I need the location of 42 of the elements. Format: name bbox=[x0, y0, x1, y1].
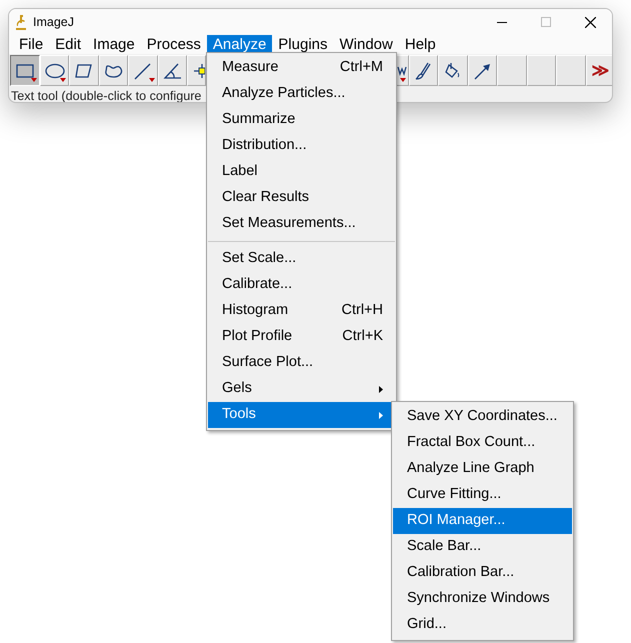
menu-item[interactable]: Edit bbox=[49, 35, 88, 54]
maximize-icon bbox=[541, 17, 551, 27]
submenu-arrow-icon bbox=[379, 412, 383, 418]
menu-item[interactable]: File bbox=[13, 35, 50, 54]
menu-item[interactable]: Surface Plot... bbox=[208, 350, 395, 376]
menu-item[interactable]: Plugins bbox=[272, 35, 334, 54]
menu-item[interactable]: Save XY Coordinates... bbox=[393, 404, 572, 430]
line-icon bbox=[132, 60, 154, 80]
menu-item[interactable]: Label bbox=[208, 159, 395, 185]
close-icon bbox=[584, 16, 596, 28]
dropdown-indicator-icon bbox=[148, 78, 154, 82]
dropdown-indicator-icon bbox=[60, 78, 66, 82]
menu-item[interactable]: Analyze Particles... bbox=[208, 81, 395, 107]
window-title: ImageJ bbox=[33, 14, 74, 31]
menu-item[interactable]: Help bbox=[398, 35, 442, 54]
menu-item[interactable]: Summarize bbox=[208, 107, 395, 133]
menu-item[interactable]: Calibration Bar... bbox=[393, 560, 572, 586]
menu-item[interactable]: Image bbox=[87, 35, 141, 54]
menu-item[interactable]: Window bbox=[334, 35, 399, 54]
dropdown-indicator-icon bbox=[400, 78, 406, 82]
menu-item[interactable]: Fractal Box Count... bbox=[393, 430, 572, 456]
tool-button[interactable] bbox=[10, 55, 40, 86]
menu-item[interactable]: ROI Manager... bbox=[393, 508, 572, 534]
submenu-arrow-icon bbox=[379, 386, 383, 392]
menu-item[interactable]: Scale Bar... bbox=[393, 534, 572, 560]
menu-item[interactable]: Analyze Line Graph bbox=[393, 456, 572, 482]
menu-item[interactable]: Set Measurements... bbox=[208, 211, 395, 237]
menu-item[interactable]: Clear Results bbox=[208, 185, 395, 211]
menu-item[interactable]: Process bbox=[140, 35, 207, 54]
menu-item[interactable]: Gels bbox=[208, 376, 395, 402]
menu-item[interactable]: Plot Profile Ctrl+K bbox=[208, 324, 395, 350]
menu-item[interactable]: Calibrate... bbox=[208, 272, 395, 298]
dropdown-indicator-icon bbox=[30, 78, 36, 82]
menu-item[interactable]: Distribution... bbox=[208, 133, 395, 159]
menu-item[interactable]: Histogram Ctrl+H bbox=[208, 298, 395, 324]
menu-item[interactable]: Measure Ctrl+M bbox=[208, 55, 395, 81]
more-tools-button[interactable]: ≫ bbox=[586, 55, 612, 86]
menu-item[interactable]: Grid... bbox=[393, 612, 572, 638]
menu-item[interactable]: Curve Fitting... bbox=[393, 482, 572, 508]
menu-item[interactable]: Synchronize Windows bbox=[393, 586, 572, 612]
microscope-icon bbox=[15, 14, 27, 30]
menu-item[interactable]: Set Scale... bbox=[208, 246, 395, 272]
